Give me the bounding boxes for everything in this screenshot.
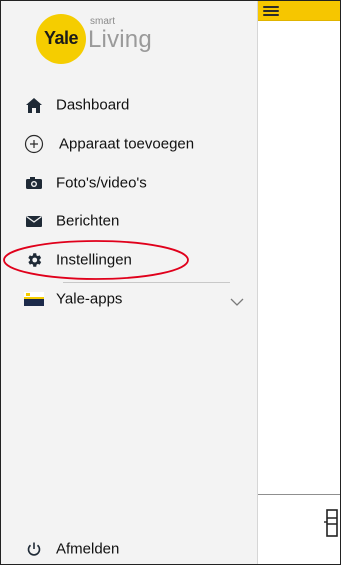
gear-icon [23,249,45,271]
app-screen: Yale smart Living Dashboard Apparaat toe… [0,0,341,565]
menu-label-logout: Afmelden [56,540,120,558]
yale-smart-living-logo: Yale smart Living [36,12,196,64]
menu-label-yale-apps: Yale-apps [56,290,123,308]
menu-label-add-device: Apparaat toevoegen [59,135,195,153]
add-circle-icon [23,133,45,155]
menu-item-logout[interactable]: Afmelden [1,533,258,564]
hamburger-menu-icon[interactable] [263,6,279,16]
content-divider [258,494,340,495]
menu-item-yale-apps[interactable]: Yale-apps [1,283,258,315]
mail-icon [23,210,45,232]
menu-item-add-device[interactable]: Apparaat toevoegen [1,128,258,160]
yale-apps-icon [23,288,45,310]
logo-living-text: Living [88,26,152,53]
camera-icon [23,172,45,194]
menu-label-photos-videos: Foto's/video's [56,174,147,192]
menu-item-messages[interactable]: Berichten [1,205,258,237]
top-bar [258,1,340,21]
menu-label-dashboard: Dashboard [56,96,130,114]
menu-item-dashboard[interactable]: Dashboard [1,89,258,121]
main-content [258,1,340,564]
chevron-down-icon[interactable] [230,294,244,306]
menu-item-photos-videos[interactable]: Foto's/video's [1,167,258,199]
menu-item-settings[interactable]: Instellingen [1,244,258,276]
menu-label-messages: Berichten [56,212,120,230]
power-icon [23,538,45,560]
navigation-drawer: Yale smart Living Dashboard Apparaat toe… [1,1,258,564]
logo-brand: Yale [43,28,79,48]
home-icon [23,94,45,116]
device-glyph-icon [324,509,338,537]
menu-label-settings: Instellingen [56,251,132,269]
